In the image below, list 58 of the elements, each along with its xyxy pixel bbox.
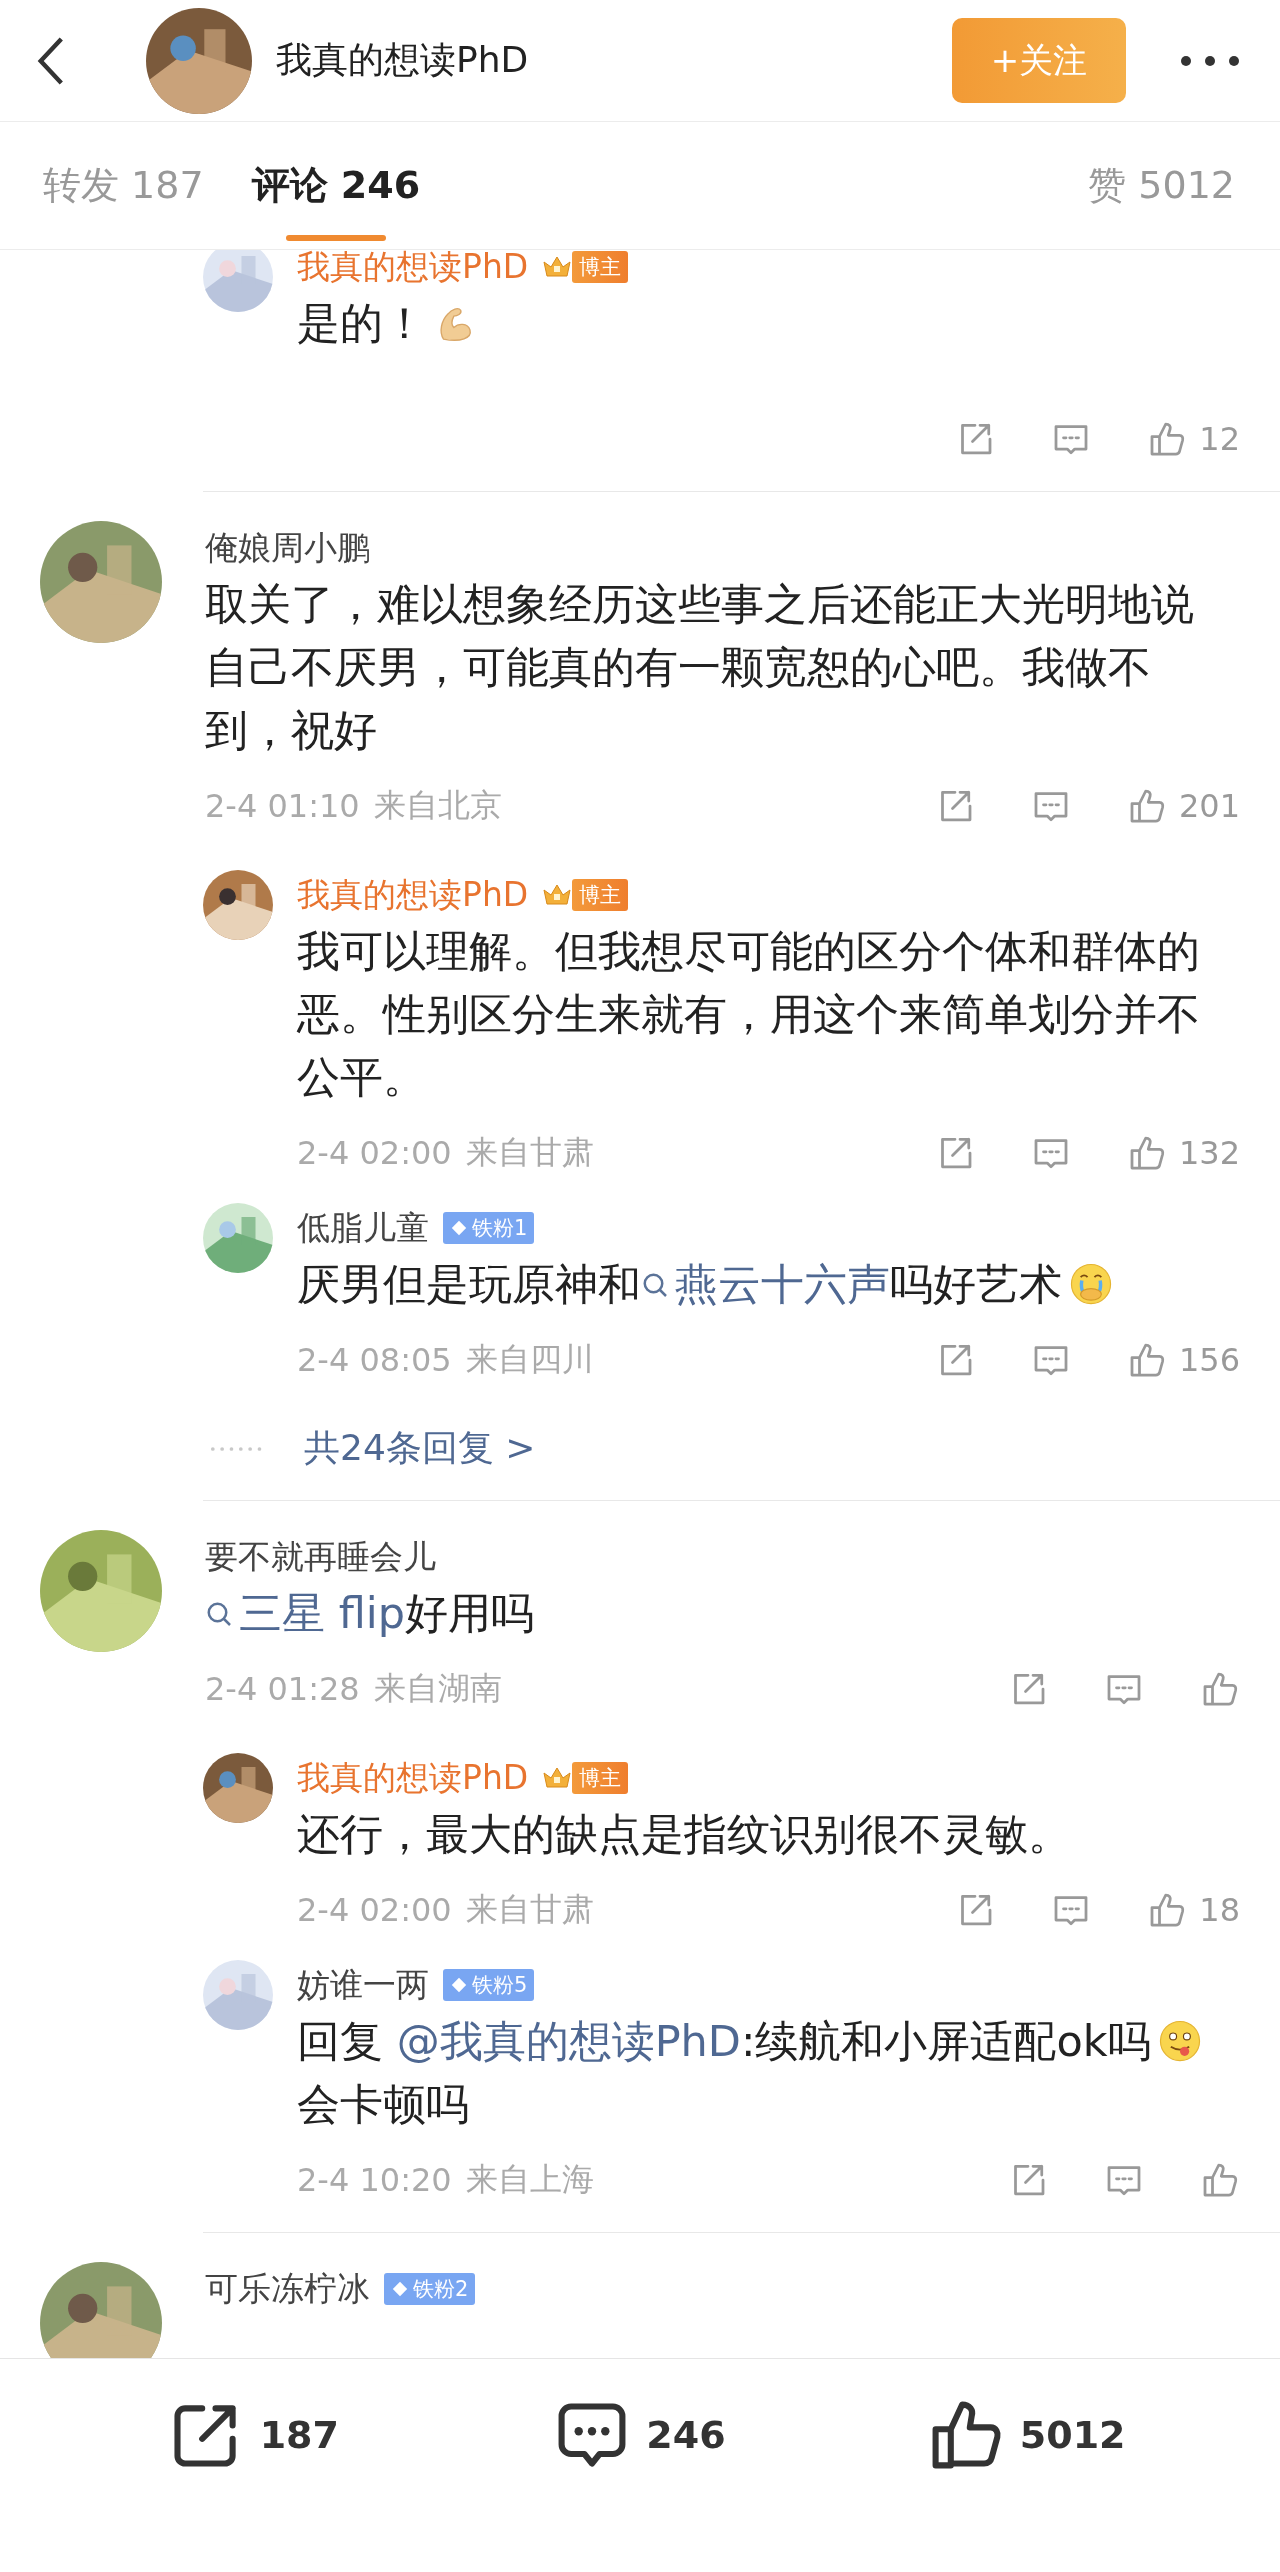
fan-tag: 铁粉2 (384, 2273, 476, 2305)
like-button[interactable]: 132 (1126, 1133, 1240, 1173)
more-replies-link[interactable]: 共24条回复 > (304, 1424, 1240, 1473)
comment-time: 2-4 10:20 (297, 2161, 452, 2199)
comment-text: 回复 @我真的想读PhD:续航和小屏适配ok吗 会卡顿吗 (297, 2010, 1217, 2136)
comment-location: 来自湖南 (373, 1668, 502, 1709)
tab[interactable]: 赞 5012 (1088, 122, 1235, 249)
like-button[interactable]: 156 (1126, 1340, 1240, 1380)
comment-location: 来自甘肃 (465, 1132, 594, 1173)
comment-text: 我可以理解。但我想尽可能的区分个体和群体的恶。性别区分生来就有，用这个来简单划分并不公平。 (297, 925, 1201, 1104)
comment-text: 还行，最大的缺点是指纹识别很不灵敏。 (297, 1808, 1072, 1861)
comment-button[interactable]: 246 (554, 2397, 726, 2473)
user-name[interactable]: 要不就再睡会儿 (205, 1534, 436, 1580)
user-name[interactable]: 俺娘周小鹏 (205, 525, 370, 571)
back-icon[interactable] (36, 35, 66, 86)
blogger-tag: 博主 (572, 1762, 629, 1794)
repost-button[interactable]: 187 (167, 2397, 339, 2473)
fan-tag: 铁粉1 (443, 1212, 535, 1244)
tab[interactable]: 转发 187 (43, 122, 204, 249)
diamond-icon (450, 1219, 468, 1237)
mention-link[interactable]: @我真的想读PhD (396, 2016, 741, 2066)
comment-time: 2-4 08:05 (297, 1341, 452, 1379)
comment-text: 取关了，难以想象经历这些事之后还能正大光明地说自己不厌男，可能真的有一颗宽恕的心吧。我做不到，祝好 (205, 578, 1195, 757)
comment-time: 2-4 02:00 (297, 1891, 452, 1929)
crown-icon (542, 882, 573, 908)
comment-location: 来自北京 (373, 785, 502, 826)
tab[interactable]: 评论 246 (251, 122, 421, 249)
comment-time: 2-4 01:10 (205, 787, 360, 825)
crying-face-icon (1068, 1261, 1114, 1307)
blogger-tag: 博主 (572, 879, 629, 911)
comment-text: 三星 flip好用吗 (205, 1582, 1215, 1645)
comment-location: 来自四川 (465, 1339, 594, 1380)
user-name[interactable]: 我真的想读PhD (297, 1755, 529, 1801)
comment-text: 厌男但是玩原神和 燕云十六声吗好艺术 (297, 1253, 1217, 1316)
user-name[interactable]: 我真的想读PhD (276, 36, 952, 85)
like-button[interactable]: 201 (1126, 786, 1240, 826)
user-name[interactable]: 我真的想读PhD (297, 250, 529, 290)
user-name[interactable]: 妨谁一两 (297, 1962, 429, 2008)
like-button[interactable]: 12 (1147, 419, 1240, 459)
crown-icon (542, 254, 573, 280)
diamond-icon (391, 2280, 409, 2298)
like-button[interactable]: 5012 (927, 2397, 1126, 2473)
comment-location: 来自上海 (465, 2159, 594, 2200)
comment-time: 2-4 01:28 (205, 1670, 360, 1708)
comment-time: 2-4 02:00 (297, 1134, 452, 1172)
user-name[interactable]: 低脂儿童 (297, 1205, 429, 1251)
search-link[interactable]: 燕云十六声 (641, 1259, 890, 1309)
diamond-icon (450, 1976, 468, 1994)
user-name[interactable]: 我真的想读PhD (297, 872, 529, 918)
blogger-tag: 博主 (572, 251, 629, 283)
comment-location: 来自甘肃 (465, 1889, 594, 1930)
search-link[interactable]: 三星 flip (205, 1588, 405, 1638)
crown-icon (542, 1765, 573, 1791)
user-name[interactable]: 可乐冻柠冰 (205, 2266, 370, 2312)
like-button[interactable]: 18 (1147, 1890, 1240, 1930)
fan-tag: 铁粉5 (443, 1969, 535, 2001)
comment-text: 是的！ (297, 292, 1217, 355)
more-icon[interactable] (1180, 54, 1240, 67)
